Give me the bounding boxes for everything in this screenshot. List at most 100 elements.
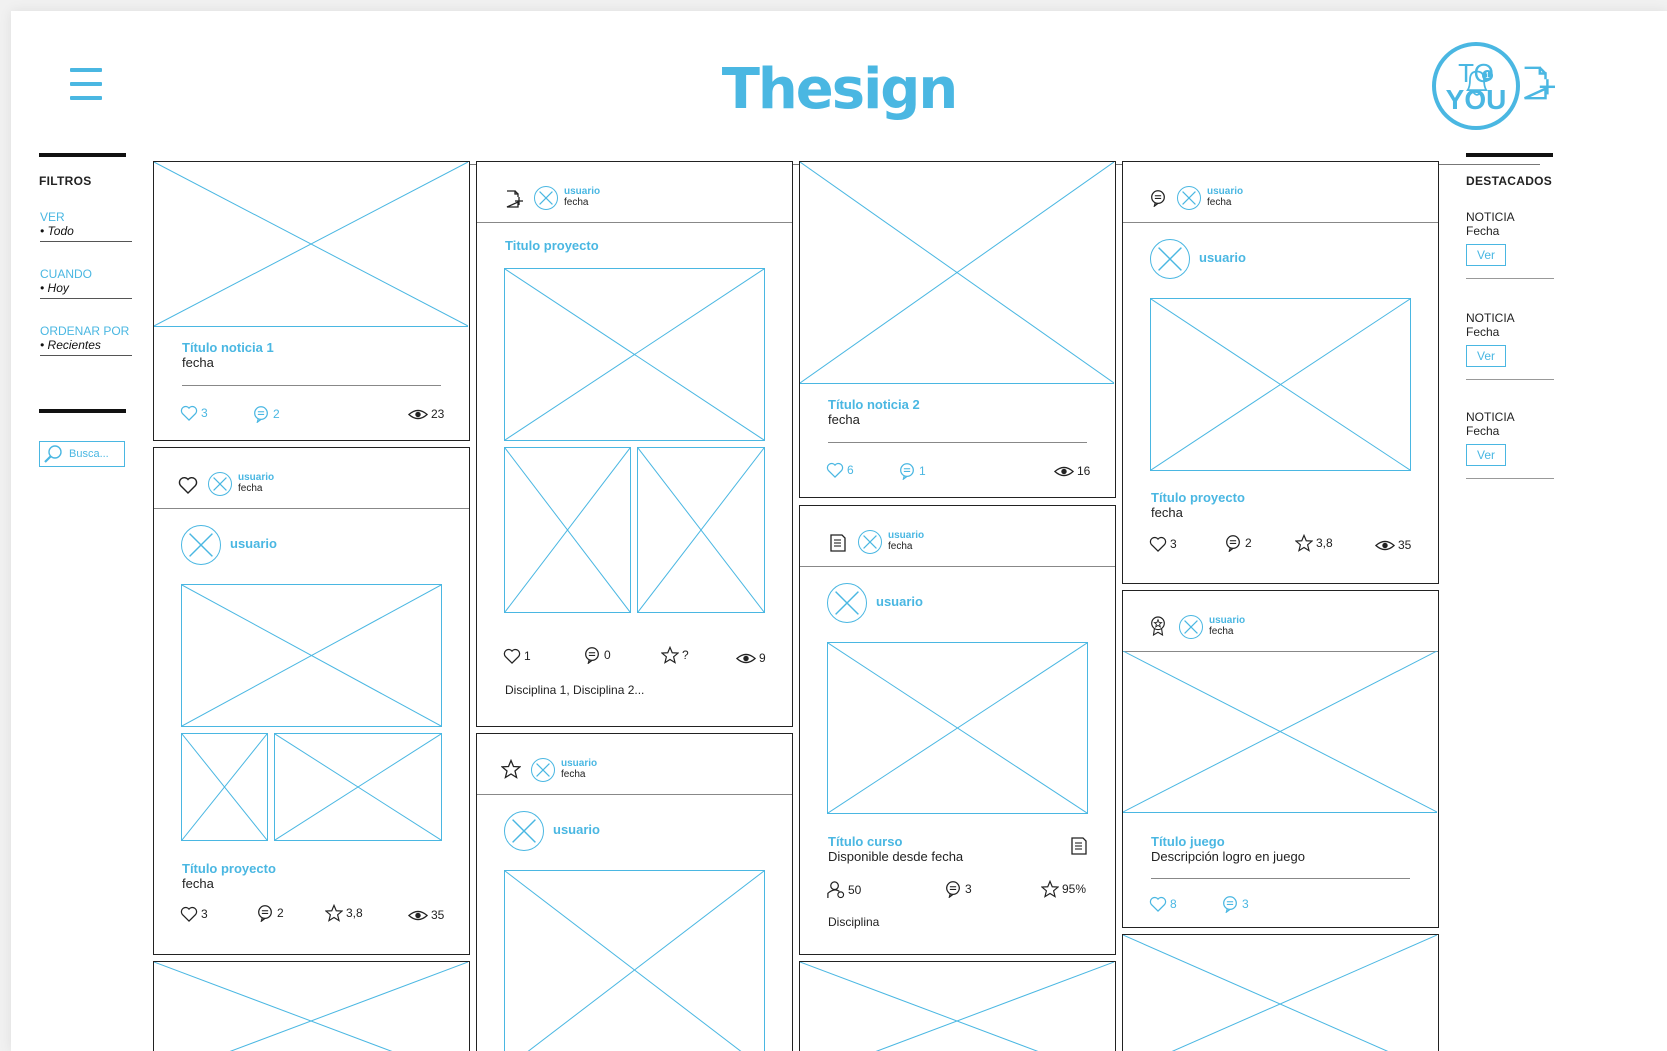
username[interactable]: usuario (238, 472, 274, 483)
image-placeholder (1123, 935, 1437, 1051)
news-card[interactable] (153, 961, 470, 1051)
username[interactable]: usuario (888, 530, 924, 541)
views-count: 35 (431, 908, 445, 922)
document-icon[interactable] (1071, 837, 1087, 855)
news-title[interactable]: Título noticia 2 (828, 397, 920, 412)
user-info: usuario fecha (238, 472, 274, 494)
image-placeholder (827, 642, 1088, 814)
comment-icon[interactable] (1149, 189, 1167, 207)
rating-button[interactable]: 3,8 (325, 904, 363, 922)
like-button[interactable]: 3 (1149, 536, 1177, 552)
author-avatar[interactable] (504, 811, 544, 851)
user-avatar[interactable] (1177, 186, 1201, 210)
student-icon (826, 880, 845, 899)
username[interactable]: usuario (561, 758, 597, 769)
comment-button[interactable]: 0 (583, 646, 611, 664)
username[interactable]: usuario (564, 186, 600, 197)
author-name[interactable]: usuario (230, 536, 277, 551)
author-avatar[interactable] (827, 583, 867, 623)
featured-view-button[interactable]: Ver (1466, 345, 1506, 367)
project-card[interactable]: usuario fecha usuario Título proyecto fec… (153, 447, 470, 955)
news-card[interactable] (799, 961, 1116, 1051)
like-button[interactable]: 1 (503, 648, 531, 664)
comment-icon (1224, 534, 1242, 552)
user-avatar[interactable] (858, 530, 882, 554)
course-availability: Disponible desde fecha (828, 849, 964, 864)
filter-value: • Todo (40, 224, 74, 238)
filter-label: CUANDO (40, 267, 93, 281)
author-avatar[interactable] (181, 525, 221, 565)
post-date: fecha (1207, 197, 1232, 208)
author-avatar[interactable] (1150, 239, 1190, 279)
project-title[interactable]: Título proyecto (1151, 490, 1245, 505)
course-card[interactable]: usuario fecha usuario Título curso Dispon… (799, 505, 1116, 955)
rating-button[interactable]: ? (661, 646, 689, 664)
rating-button[interactable]: 3,8 (1295, 534, 1333, 552)
featured-item: NOTICIA Fecha Ver (1466, 410, 1554, 479)
comment-button[interactable]: 2 (1224, 534, 1252, 552)
user-avatar[interactable] (534, 186, 558, 210)
like-button[interactable]: 3 (180, 906, 208, 922)
views-count: 9 (759, 651, 766, 665)
comment-button[interactable]: 2 (252, 405, 280, 423)
search-input[interactable]: Busca... (39, 441, 125, 467)
news-card[interactable] (1122, 934, 1439, 1051)
author-name[interactable]: usuario (553, 822, 600, 837)
project-card[interactable]: usuario fecha usuario Título proyecto fec… (1122, 161, 1439, 584)
project-title[interactable]: Título proyecto (182, 861, 276, 876)
like-button[interactable]: 8 (1149, 896, 1177, 912)
user-avatar[interactable] (1179, 615, 1203, 639)
star-icon (325, 904, 343, 922)
comment-icon (252, 405, 270, 423)
news-date: fecha (828, 412, 860, 427)
app-logo[interactable]: Thesign (11, 57, 1667, 122)
favorite-card[interactable]: usuario fecha usuario (476, 733, 793, 1051)
news-card[interactable]: Título noticia 2 fecha 6 1 16 (799, 161, 1116, 498)
bell-icon[interactable]: 1 (1463, 65, 1493, 99)
author-name[interactable]: usuario (1199, 250, 1246, 265)
card-header: usuario fecha (477, 734, 792, 795)
disciplines: Disciplina 1, Disciplina 2... (505, 683, 645, 697)
news-card[interactable]: Título noticia 1 fecha 3 2 23 (153, 161, 470, 441)
filter-ver[interactable]: VER • Todo (40, 210, 132, 242)
project-title[interactable]: Titulo proyecto (505, 238, 599, 253)
star-icon[interactable] (501, 759, 521, 779)
game-card[interactable]: usuario fecha Título juego Descripción lo… (1122, 590, 1439, 928)
featured-item: NOTICIA Fecha Ver (1466, 210, 1554, 279)
news-date: fecha (182, 355, 214, 370)
new-post-icon[interactable] (1517, 64, 1555, 102)
comment-count: 3 (1242, 897, 1249, 911)
comment-button[interactable]: 1 (898, 462, 926, 480)
new-post-icon (503, 189, 523, 209)
image-placeholder (274, 733, 442, 841)
comment-button[interactable]: 3 (944, 880, 972, 898)
heart-icon[interactable] (178, 476, 198, 494)
filter-cuando[interactable]: CUANDO • Hoy (40, 267, 132, 299)
filter-ordenar[interactable]: ORDENAR POR • Recientes (40, 324, 132, 356)
game-achievement: Descripción logro en juego (1151, 849, 1305, 864)
user-avatar[interactable] (531, 758, 555, 782)
heart-icon (1149, 536, 1167, 552)
user-avatar[interactable] (208, 472, 232, 496)
featured-view-button[interactable]: Ver (1466, 244, 1506, 266)
heart-icon (180, 405, 198, 421)
like-button[interactable]: 3 (180, 405, 208, 421)
like-button[interactable]: 6 (826, 462, 854, 478)
project-card[interactable]: usuario fecha Titulo proyecto 1 0 ? 9 Dis… (476, 161, 793, 727)
comment-button[interactable]: 2 (256, 904, 284, 922)
course-title[interactable]: Título curso (828, 834, 902, 849)
featured-view-button[interactable]: Ver (1466, 444, 1506, 466)
news-title[interactable]: Título noticia 1 (182, 340, 274, 355)
notification-badge: 1 (1482, 70, 1493, 81)
image-placeholder (181, 584, 442, 727)
username[interactable]: usuario (1207, 186, 1243, 197)
comment-button[interactable]: 3 (1221, 895, 1249, 913)
filter-label: ORDENAR POR (40, 324, 130, 338)
username[interactable]: usuario (1209, 615, 1245, 626)
author-name[interactable]: usuario (876, 594, 923, 609)
card-header: usuario fecha (1123, 591, 1438, 652)
filter-value: • Hoy (40, 281, 69, 295)
filter-value: • Recientes (40, 338, 101, 352)
game-title[interactable]: Título juego (1151, 834, 1225, 849)
rating-value: 3,8 (1316, 536, 1333, 550)
